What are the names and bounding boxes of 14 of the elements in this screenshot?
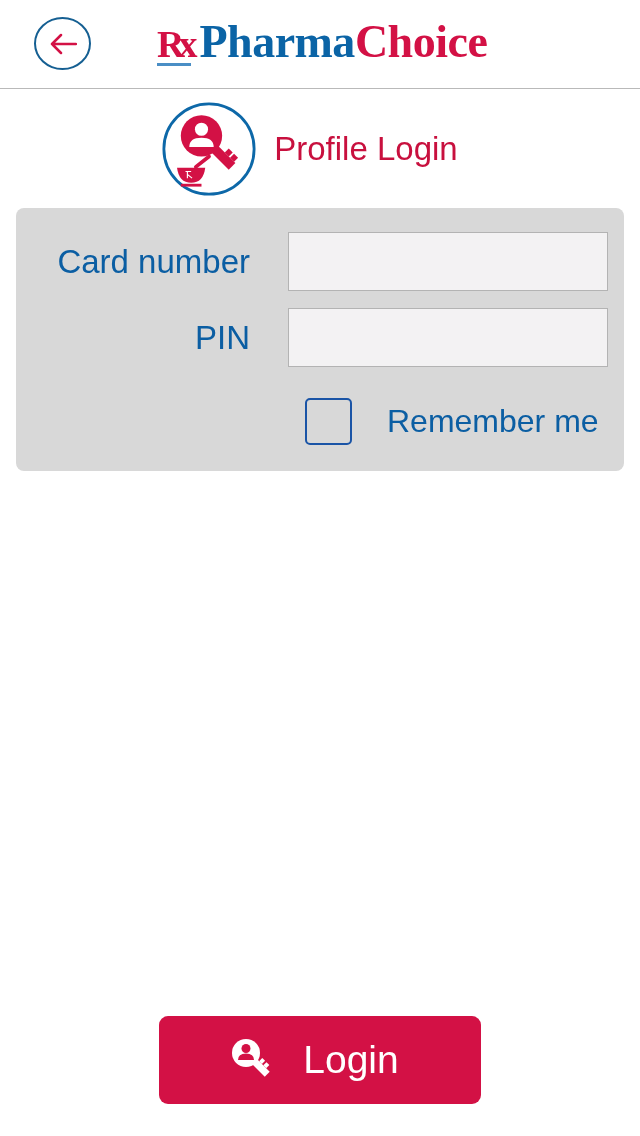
login-button[interactable]: Login xyxy=(159,1016,481,1104)
back-button[interactable] xyxy=(34,17,91,70)
logo-text: Pharma xyxy=(199,18,355,65)
text-field[interactable] xyxy=(288,232,608,291)
page-title: Profile Login xyxy=(274,130,458,168)
checkbox-label: Remember me xyxy=(387,403,599,440)
field-label: Card number xyxy=(57,242,250,281)
user-key-icon xyxy=(162,102,257,196)
field-label: PIN xyxy=(195,318,250,357)
logo-mark: Rx xyxy=(157,24,192,66)
checkbox[interactable] xyxy=(305,398,352,445)
logo-text: Choice xyxy=(354,18,488,65)
text-field[interactable] xyxy=(288,308,608,367)
back-arrow-icon xyxy=(48,32,77,55)
